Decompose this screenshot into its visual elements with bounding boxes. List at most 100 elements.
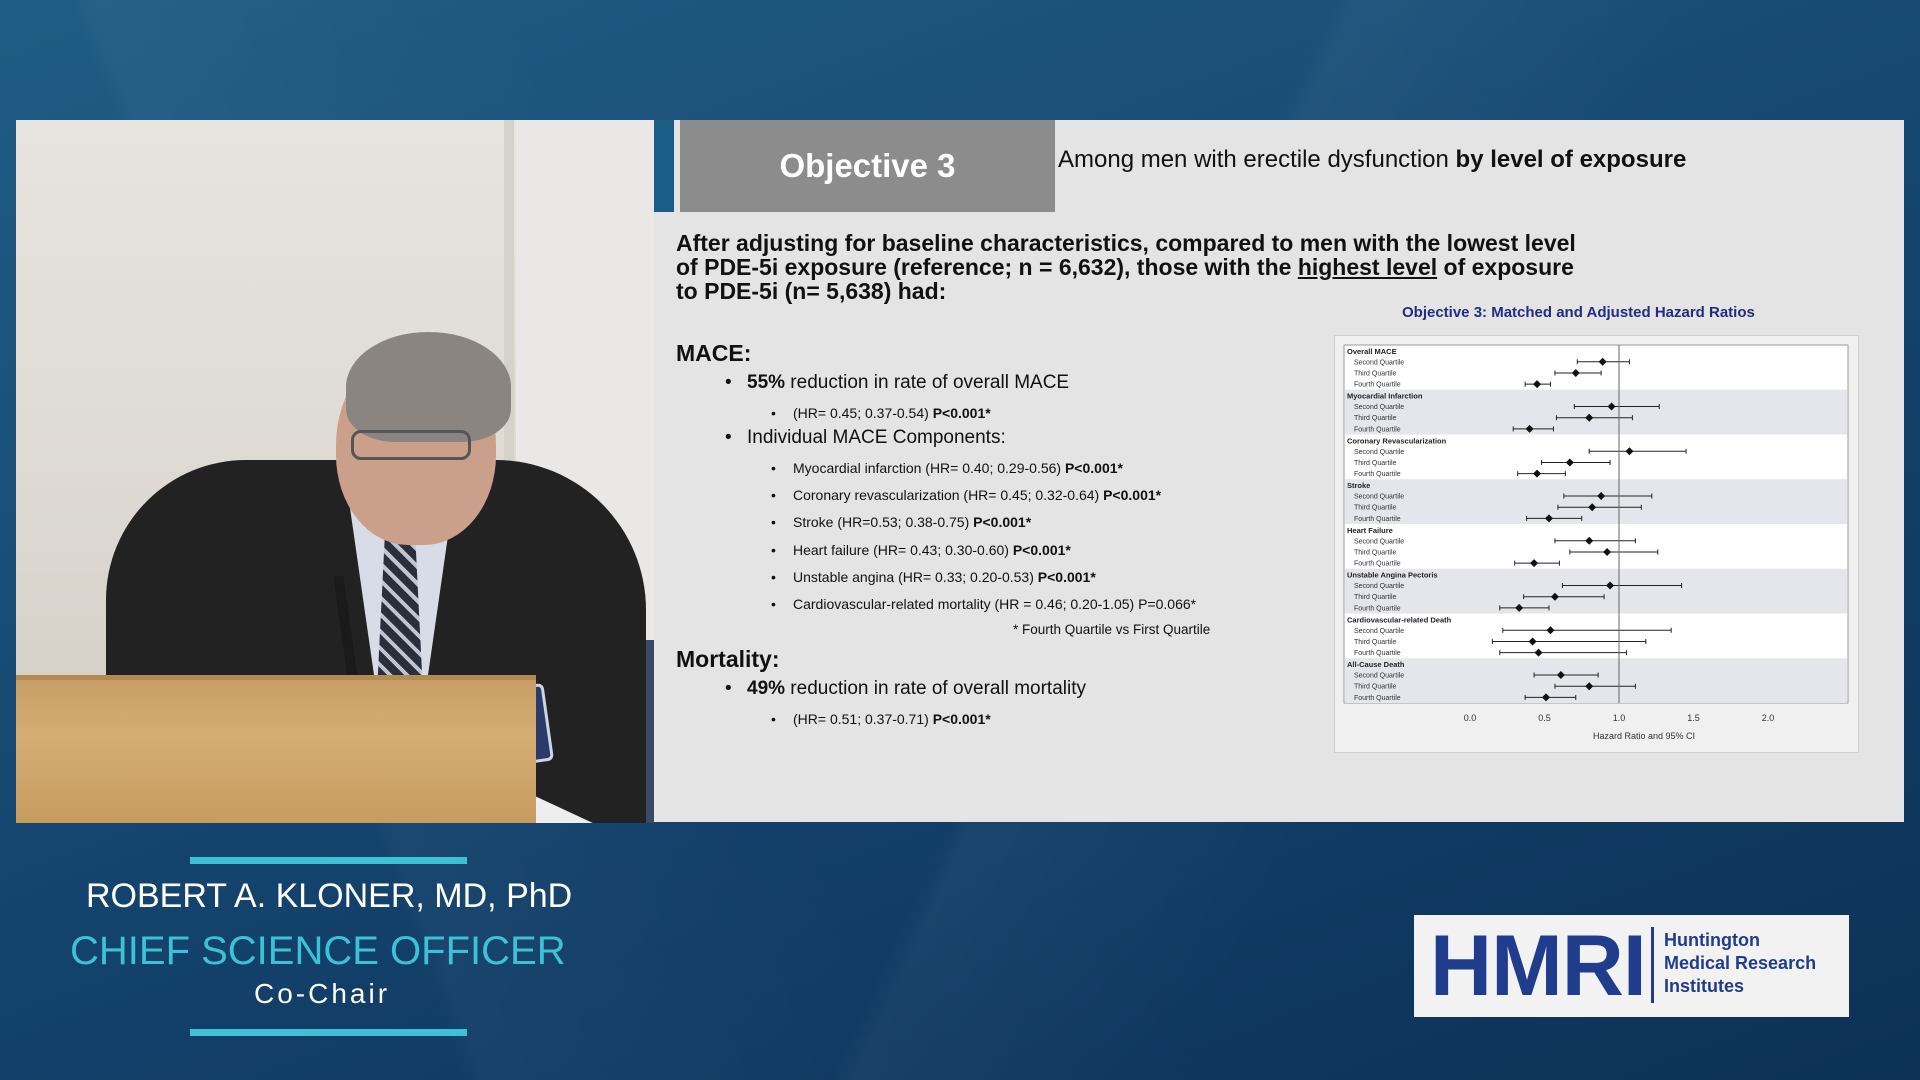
- row-label: Third Quartile: [1354, 684, 1397, 691]
- speaker-hair: [346, 332, 511, 442]
- objective-subtitle-bold: by level of exposure: [1455, 146, 1687, 173]
- intro-line-2-part2: of exposure: [1437, 254, 1574, 280]
- hmri-logo-mark: HMRI: [1430, 918, 1647, 1014]
- mace-p: P<0.001*: [932, 405, 991, 421]
- component-item: Coronary revascularization (HR= 0.45; 0.…: [771, 487, 1162, 503]
- component-p: P<0.001*: [1103, 487, 1162, 503]
- component-p: P<0.001*: [973, 514, 1032, 530]
- component-item: Myocardial infarction (HR= 0.40; 0.29-0.…: [771, 460, 1123, 476]
- group-label: Cardiovascular-related Death: [1347, 615, 1452, 624]
- hmri-logo: HMRI Huntington Medical Research Institu…: [1414, 915, 1849, 1017]
- mace-hr-text: (HR= 0.45; 0.37-0.54): [793, 405, 933, 421]
- objective-subtitle: Among men with erectile dysfunction by l…: [1058, 146, 1686, 174]
- intro-line-3: to PDE-5i (n= 5,638) had:: [676, 278, 947, 304]
- chart-title: Objective 3: Matched and Adjusted Hazard…: [1402, 304, 1755, 321]
- component-item: Stroke (HR=0.53; 0.38-0.75) P<0.001*: [771, 514, 1032, 530]
- group-label: Heart Failure: [1347, 526, 1393, 535]
- group-label: Overall MACE: [1347, 347, 1397, 356]
- x-tick-label: 1.0: [1613, 713, 1626, 723]
- speaker-role: Co-Chair: [254, 978, 391, 1009]
- component-p: P<0.001*: [1064, 460, 1123, 476]
- group-label: Coronary Revascularization: [1347, 436, 1447, 445]
- mace-pct: 55%: [747, 372, 786, 393]
- components-heading: Individual MACE Components:: [725, 427, 1006, 449]
- hmri-logo-separator: [1651, 927, 1654, 1003]
- mortality-p: P<0.001*: [932, 711, 991, 727]
- x-tick-label: 1.5: [1687, 713, 1700, 723]
- component-p: P<0.001*: [1037, 569, 1096, 585]
- component-text: Heart failure (HR= 0.43; 0.30-0.60): [793, 542, 1013, 558]
- mortality-pct: 49%: [747, 678, 786, 699]
- mace-hr: (HR= 0.45; 0.37-0.54) P<0.001*: [771, 405, 991, 421]
- row-label: Second Quartile: [1354, 583, 1404, 590]
- row-label: Second Quartile: [1354, 404, 1404, 411]
- lower-third-bottom-line: [190, 1029, 467, 1036]
- component-item: Cardiovascular-related mortality (HR = 0…: [771, 596, 1197, 612]
- component-text: Cardiovascular-related mortality (HR = 0…: [793, 596, 1197, 612]
- x-tick-label: 0.5: [1538, 713, 1551, 723]
- row-label: Fourth Quartile: [1354, 471, 1401, 478]
- mortality-hr-text: (HR= 0.51; 0.37-0.71): [793, 711, 933, 727]
- group-band: [1345, 658, 1847, 703]
- mortality-bullet: 49% reduction in rate of overall mortali…: [725, 678, 1086, 700]
- speaker-name: ROBERT A. KLONER, MD, PhD: [86, 877, 573, 915]
- hmri-logo-line1: Huntington: [1664, 930, 1760, 950]
- intro-line-2: of PDE-5i exposure (reference; n = 6,632…: [676, 255, 1676, 279]
- row-label: Second Quartile: [1354, 673, 1404, 680]
- intro-text: After adjusting for baseline characteris…: [676, 231, 1676, 303]
- row-label: Fourth Quartile: [1354, 605, 1401, 612]
- mortality-heading: Mortality:: [676, 646, 780, 672]
- row-label: Second Quartile: [1354, 449, 1404, 456]
- row-label: Third Quartile: [1354, 460, 1397, 467]
- row-label: Third Quartile: [1354, 594, 1397, 601]
- intro-line-2-part1: of PDE-5i exposure (reference; n = 6,632…: [676, 254, 1298, 280]
- intro-line-1: After adjusting for baseline characteris…: [676, 230, 1576, 256]
- component-item: Heart failure (HR= 0.43; 0.30-0.60) P<0.…: [771, 542, 1071, 558]
- component-text: Stroke (HR=0.53; 0.38-0.75): [793, 514, 974, 530]
- row-label: Fourth Quartile: [1354, 561, 1401, 568]
- hmri-logo-line3: Institutes: [1664, 976, 1745, 996]
- podium: [16, 680, 536, 823]
- mortality-hr: (HR= 0.51; 0.37-0.71) P<0.001*: [771, 711, 991, 727]
- x-tick-label: 2.0: [1762, 713, 1775, 723]
- row-label: Fourth Quartile: [1354, 382, 1401, 389]
- component-p: P<0.001*: [1012, 542, 1071, 558]
- row-label: Third Quartile: [1354, 370, 1397, 377]
- objective-subtitle-plain: Among men with erectile dysfunction: [1058, 146, 1456, 173]
- component-text: Myocardial infarction (HR= 0.40; 0.29-0.…: [793, 460, 1065, 476]
- speaker-title: CHIEF SCIENCE OFFICER: [70, 929, 566, 973]
- mace-bullet: 55% reduction in rate of overall MACE: [725, 372, 1070, 394]
- row-label: Fourth Quartile: [1354, 650, 1401, 657]
- mace-heading: MACE:: [676, 340, 752, 366]
- x-tick-label: 0.0: [1464, 713, 1477, 723]
- x-axis-label: Hazard Ratio and 95% CI: [1593, 731, 1695, 741]
- row-label: Fourth Quartile: [1354, 426, 1401, 433]
- component-item: Unstable angina (HR= 0.33; 0.20-0.53) P<…: [771, 569, 1096, 585]
- mortality-text: reduction in rate of overall mortality: [785, 678, 1086, 699]
- group-label: All-Cause Death: [1347, 660, 1405, 669]
- intro-highlight: highest level: [1297, 254, 1438, 280]
- row-label: Second Quartile: [1354, 628, 1404, 635]
- component-text: Coronary revascularization (HR= 0.45; 0.…: [793, 487, 1104, 503]
- group-label: Myocardial Infarction: [1347, 392, 1423, 401]
- hmri-logo-text: Huntington Medical Research Institutes: [1664, 929, 1816, 998]
- forest-plot: Overall MACE Second Quartile Third Quartil…: [1343, 344, 1849, 741]
- row-label: Fourth Quartile: [1354, 516, 1401, 523]
- group-label: Unstable Angina Pectoris: [1347, 571, 1438, 580]
- lower-third-top-line: [190, 857, 467, 864]
- presentation-slide: Objective 3 Among men with erectile dysf…: [654, 120, 1904, 822]
- mace-text: reduction in rate of overall MACE: [785, 372, 1070, 393]
- row-label: Third Quartile: [1354, 415, 1397, 422]
- row-label: Third Quartile: [1354, 505, 1397, 512]
- speaker-glasses: [351, 430, 471, 460]
- component-text: Unstable angina (HR= 0.33; 0.20-0.53): [793, 569, 1038, 585]
- row-label: Second Quartile: [1354, 538, 1404, 545]
- row-label: Second Quartile: [1354, 359, 1404, 366]
- row-label: Fourth Quartile: [1354, 695, 1401, 702]
- group-band: [1345, 479, 1847, 524]
- speaker-video: [16, 120, 654, 823]
- slide-accent-bar: [654, 120, 674, 212]
- footnote: * Fourth Quartile vs First Quartile: [1013, 622, 1211, 637]
- row-label: Second Quartile: [1354, 494, 1404, 501]
- hmri-logo-line2: Medical Research: [1664, 953, 1817, 973]
